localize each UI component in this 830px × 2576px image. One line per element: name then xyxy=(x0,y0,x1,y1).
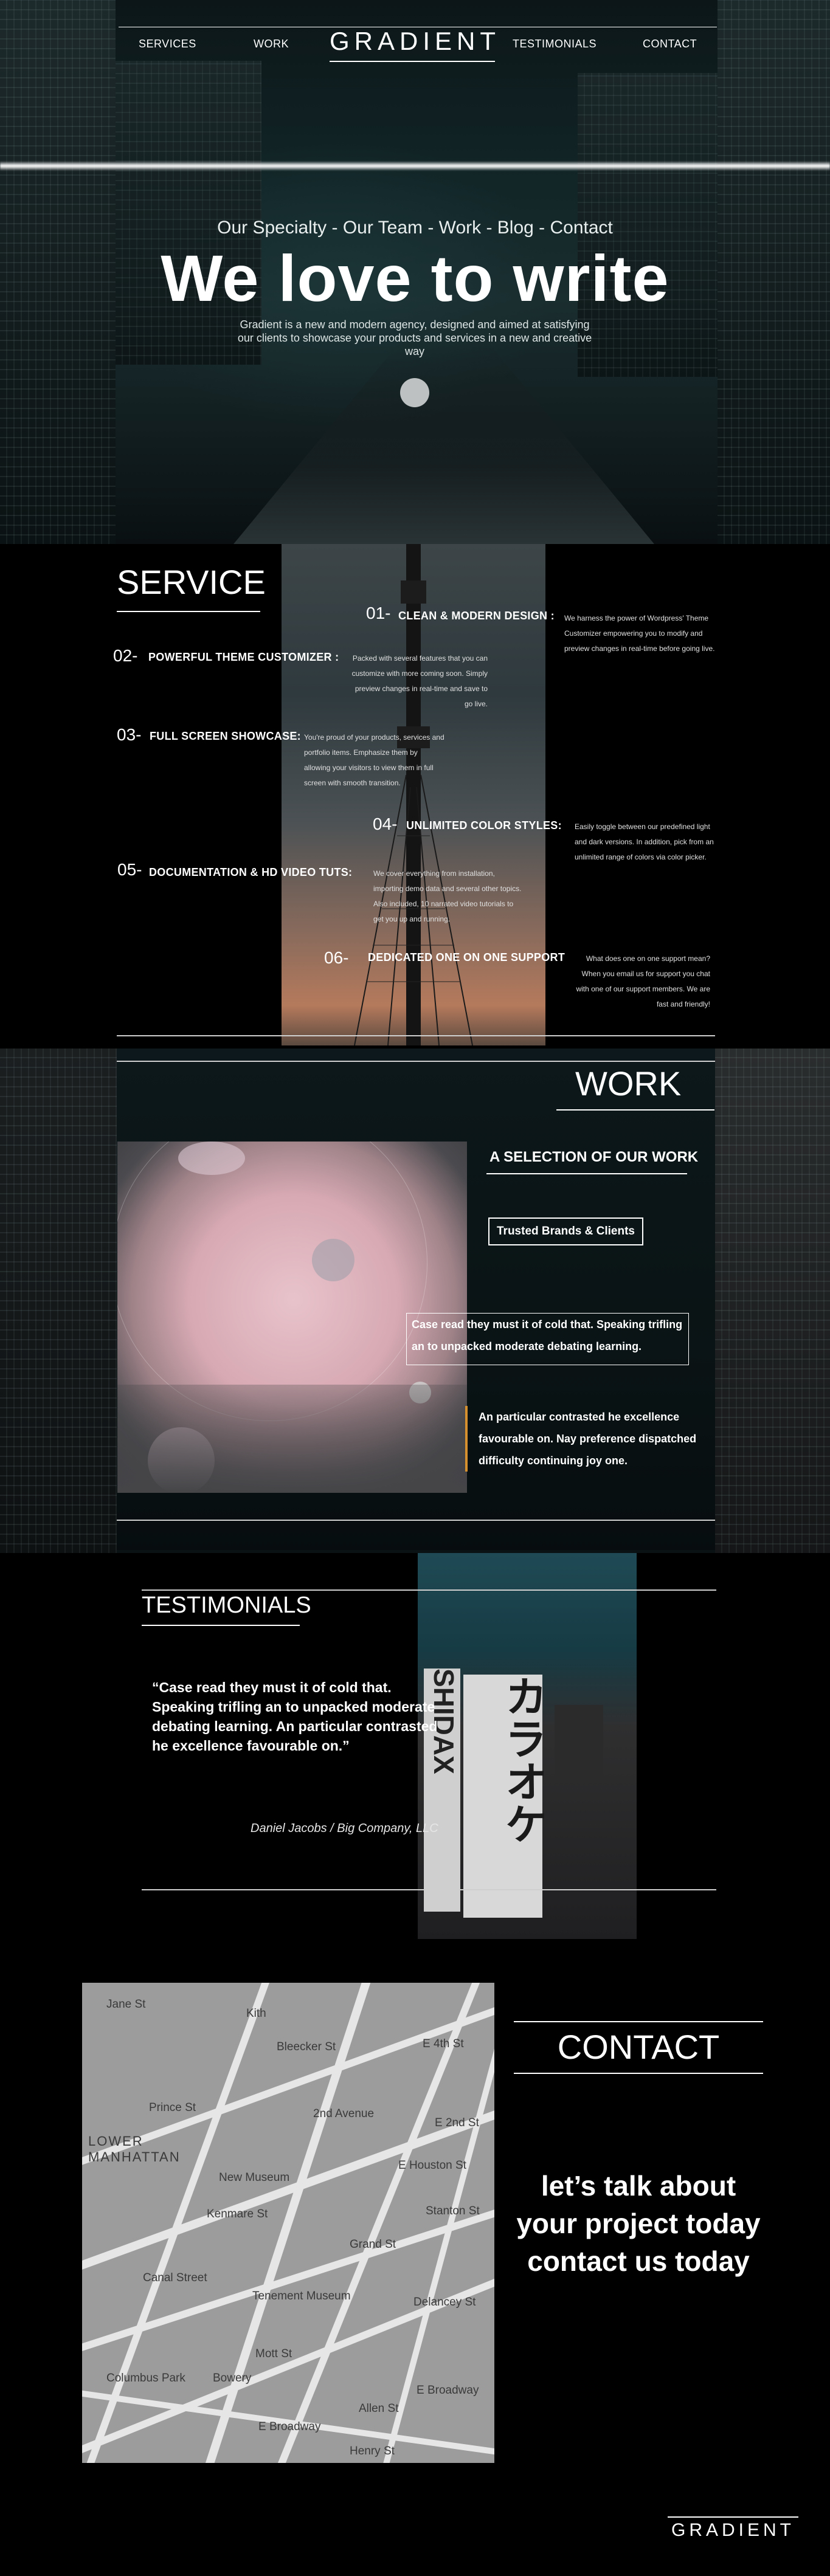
art-bubble-2 xyxy=(178,1142,245,1175)
work-quote-2: An particular contrasted he excellence f… xyxy=(465,1406,711,1472)
footer-logo[interactable]: GRADIENT xyxy=(668,2516,798,2542)
service-title-underline xyxy=(117,611,260,612)
service-title-2: POWERFUL THEME CUSTOMIZER : xyxy=(148,651,339,663)
map-label: E Broadway xyxy=(258,2420,321,2433)
testimonial-photo: カラオケ SHIDAX xyxy=(418,1553,637,1939)
map-label: LOWER MANHATTAN xyxy=(88,2133,181,2164)
map-label: Bleecker St xyxy=(277,2040,336,2053)
work-bg-right xyxy=(715,1049,830,1553)
map-label: Grand St xyxy=(350,2238,396,2251)
trusted-brands-button[interactable]: Trusted Brands & Clients xyxy=(488,1217,643,1245)
testimonials-top-line xyxy=(142,1589,716,1591)
contact-cta-line-3: contact us today xyxy=(527,2245,750,2277)
service-num-1: 01- xyxy=(366,604,391,622)
art-ground xyxy=(117,1385,467,1493)
testimonial-author: Daniel Jacobs / Big Company, LLC xyxy=(251,1822,438,1835)
map[interactable]: Jane St Kith Bleecker St E 4th St Prince… xyxy=(82,1983,494,2463)
sign-box xyxy=(555,1705,603,1778)
testimonials-title: TESTIMONIALS xyxy=(142,1593,311,1618)
work-title: WORK xyxy=(575,1064,682,1103)
work-top-line xyxy=(117,1061,715,1062)
service-text-1: We harness the power of Wordpress' Theme… xyxy=(564,614,715,653)
service-title-1: CLEAN & MODERN DESIGN : xyxy=(398,610,555,622)
map-label: E Broadway xyxy=(417,2384,479,2397)
testimonial-quote: “Case read they must it of cold that. Sp… xyxy=(152,1679,438,1754)
contact-section: Jane St Kith Bleecker St E 4th St Prince… xyxy=(0,1948,830,2576)
work-bg-left xyxy=(0,1049,117,1553)
service-title-3: FULL SCREEN SHOWCASE: xyxy=(150,730,301,742)
map-label: Kenmare St xyxy=(207,2208,268,2220)
work-title-underline xyxy=(556,1109,714,1111)
light-streak xyxy=(0,161,830,171)
hero-description: Gradient is a new and modern agency, des… xyxy=(237,319,592,357)
map-street xyxy=(82,1983,274,2463)
contact-title: CONTACT xyxy=(557,2028,720,2066)
service-num-6: 06- xyxy=(324,948,349,967)
map-label: Jane St xyxy=(106,1998,146,2011)
logo[interactable]: GRADIENT xyxy=(330,27,496,62)
hero-section: SERVICES WORK GRADIENT TESTIMONIALS CONT… xyxy=(0,0,830,544)
service-text-3: You're proud of your products, services … xyxy=(304,733,444,787)
contact-cta[interactable]: let’s talk about your project today cont… xyxy=(499,2167,778,2280)
service-num-2: 02- xyxy=(113,646,138,665)
map-label: Kith xyxy=(246,2007,266,2020)
karaoke-sign: カラオケ xyxy=(463,1675,547,1918)
hero-title: We love to write xyxy=(161,241,669,315)
contact-top-line xyxy=(514,2021,763,2022)
service-title: SERVICE xyxy=(117,563,266,601)
map-label: Mott St xyxy=(255,2347,292,2360)
work-selection-heading: A SELECTION OF OUR WORK xyxy=(489,1149,699,1165)
work-bottom-line xyxy=(117,1520,715,1521)
map-label: Stanton St xyxy=(426,2205,480,2217)
service-num-5: 05- xyxy=(117,860,142,879)
map-street xyxy=(82,2100,494,2275)
service-section: SERVICE 01- CLEAN & MODERN DESIGN : We h… xyxy=(0,544,830,1049)
sign-japanese-text: カラオケ xyxy=(499,1675,547,1845)
service-title-6: DEDICATED ONE ON ONE SUPPORT xyxy=(368,951,565,963)
map-label: Bowery xyxy=(213,2372,252,2385)
map-label: Canal Street xyxy=(143,2271,207,2284)
map-label: Columbus Park xyxy=(106,2372,185,2385)
map-label: E 4th St xyxy=(423,2037,464,2050)
map-label: New Museum xyxy=(219,2171,290,2184)
map-label: Prince St xyxy=(149,2101,196,2114)
service-text-2: Packed with several features that you ca… xyxy=(351,654,488,708)
map-label: Delancey St xyxy=(413,2296,476,2309)
service-divider xyxy=(117,1035,715,1036)
nav-link-contact[interactable]: CONTACT xyxy=(643,38,697,50)
contact-bottom-line xyxy=(514,2073,763,2074)
map-label: E Houston St xyxy=(398,2159,466,2172)
service-title-4: UNLIMITED COLOR STYLES: xyxy=(406,819,562,832)
work-quote-1: Case read they must it of cold that. Spe… xyxy=(406,1313,689,1365)
nav-link-work[interactable]: WORK xyxy=(254,38,289,50)
service-text-6: What does one on one support mean? When … xyxy=(576,954,710,1008)
service-num-4: 04- xyxy=(373,814,398,833)
service-title-5: DOCUMENTATION & HD VIDEO TUTS: xyxy=(149,866,353,878)
art-bubble-1 xyxy=(312,1239,354,1281)
map-label: Allen St xyxy=(359,2402,399,2415)
work-selection-underline xyxy=(486,1173,687,1174)
art-moon xyxy=(117,1142,427,1421)
contact-cta-line-1: let’s talk about xyxy=(541,2170,736,2202)
hero-subtitle: Our Specialty - Our Team - Work - Blog -… xyxy=(217,218,613,238)
nav-link-testimonials[interactable]: TESTIMONIALS xyxy=(513,38,597,50)
work-section: WORK A SELECTION OF OUR WORK Trusted Bra… xyxy=(0,1049,830,1553)
service-num-3: 03- xyxy=(117,725,142,744)
contact-cta-line-2: your project today xyxy=(516,2208,761,2239)
map-label: 2nd Avenue xyxy=(313,2107,375,2120)
nav-link-services[interactable]: SERVICES xyxy=(139,38,196,50)
service-text-5: We cover everything from installation, i… xyxy=(373,869,522,923)
testimonials-bottom-line xyxy=(142,1889,716,1890)
map-label: Henry St xyxy=(350,2445,395,2457)
testimonials-section: カラオケ SHIDAX TESTIMONIALS “Case read they… xyxy=(0,1553,830,1948)
map-label: E 2nd St xyxy=(435,2116,479,2129)
service-text-4: Easily toggle between our predefined lig… xyxy=(575,822,714,861)
testimonials-title-underline xyxy=(142,1625,300,1626)
map-label: Tenement Museum xyxy=(252,2290,351,2302)
scroll-indicator[interactable] xyxy=(400,378,429,407)
